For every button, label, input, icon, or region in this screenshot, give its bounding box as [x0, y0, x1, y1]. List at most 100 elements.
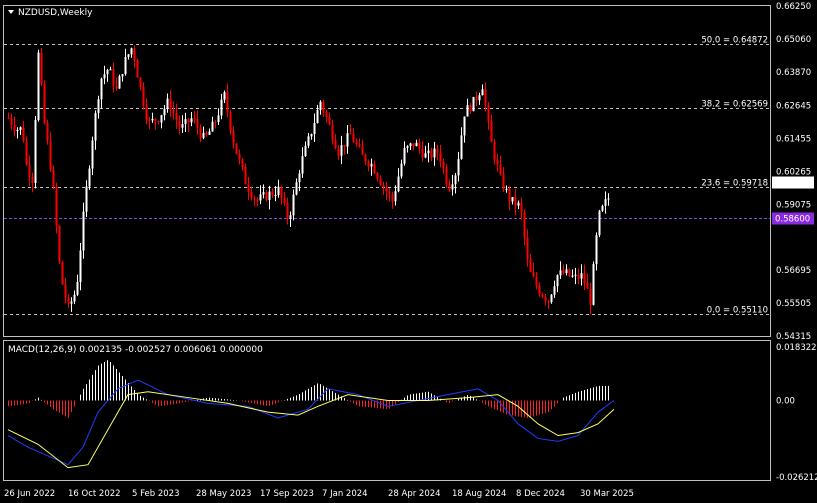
candle-body — [247, 184, 250, 192]
time-axis-label: 17 Sep 2023 — [260, 489, 314, 499]
candle-body — [109, 69, 112, 71]
signal-line — [7, 391, 615, 469]
price-panel[interactable] — [3, 5, 771, 337]
candle-body — [58, 226, 61, 262]
candle-body — [94, 112, 97, 141]
candle-body — [553, 286, 556, 295]
candle-body — [208, 131, 211, 135]
candle-body — [439, 152, 442, 162]
candle-body — [544, 296, 547, 301]
candle-body — [286, 203, 289, 220]
candle-body — [253, 197, 256, 200]
candle-body — [574, 274, 577, 276]
candle-body — [40, 52, 43, 84]
candle-body — [310, 134, 313, 137]
candle-body — [220, 99, 223, 116]
candle-body — [403, 148, 406, 164]
candle-body — [91, 140, 94, 169]
candle-body — [241, 159, 244, 168]
candle-body — [202, 132, 205, 138]
dropdown-triangle-icon[interactable] — [8, 10, 14, 14]
symbol-title[interactable]: NZDUSD,Weekly — [18, 8, 93, 18]
candle-body — [100, 78, 103, 100]
candle-body — [322, 101, 325, 112]
candle-body — [307, 136, 310, 146]
candle-body — [214, 121, 217, 123]
candle-body — [316, 110, 319, 123]
candle-body — [268, 191, 271, 200]
candle-body — [19, 127, 22, 131]
candle-body — [460, 135, 463, 159]
candle-body — [463, 116, 466, 136]
candle-body — [376, 173, 379, 179]
candle-body — [355, 142, 358, 145]
candle-body — [118, 76, 121, 89]
candle-body — [250, 191, 253, 198]
candle-body — [559, 270, 562, 276]
candle-body — [121, 74, 124, 77]
candle-body — [535, 276, 538, 286]
candle-body — [595, 235, 598, 265]
candle-body — [145, 105, 148, 121]
candle-body — [112, 69, 115, 86]
candle-body — [583, 273, 586, 283]
candle-body — [31, 176, 34, 184]
candle-body — [265, 192, 268, 200]
candle-body — [448, 184, 451, 190]
price-axis-label: 0.55505 — [776, 299, 811, 309]
price-axis-label: 0.65060 — [776, 35, 811, 45]
candle-body — [427, 150, 430, 154]
candle-body — [466, 105, 469, 117]
time-axis-label: 28 Apr 2024 — [388, 489, 441, 499]
candle-body — [148, 120, 151, 122]
candle-body — [166, 98, 169, 109]
candle-body — [172, 110, 175, 113]
candle-body — [289, 215, 292, 220]
chart-window[interactable]: 50.0 = 0.64872 38.2 = 0.62569 23.6 = 0.597… — [0, 0, 817, 503]
candle-body — [142, 86, 145, 106]
candle-body — [412, 143, 415, 147]
candle-body — [139, 77, 142, 87]
candle-body — [415, 142, 418, 147]
time-axis-label: 7 Jan 2024 — [322, 489, 368, 499]
candle-body — [382, 184, 385, 187]
candle-body — [538, 285, 541, 295]
candle-body — [370, 163, 373, 167]
candle-body — [274, 195, 277, 197]
candle-body — [295, 182, 298, 195]
price-axis-label: 0.56695 — [776, 266, 811, 276]
fib-label: 0.0 = 0.55110 — [707, 306, 768, 316]
candle-body — [13, 124, 16, 131]
candle-body — [394, 191, 397, 202]
candle-body — [349, 133, 352, 135]
candle-body — [205, 132, 208, 135]
candle-body — [520, 202, 523, 213]
candle-body — [16, 130, 19, 132]
candle-body — [517, 202, 520, 206]
candle-body — [37, 52, 40, 121]
candle-body — [598, 210, 601, 236]
candle-body — [46, 122, 49, 142]
price-marker-line[interactable]: 0.58600 0.59866 — [4, 176, 814, 225]
candle-body — [400, 163, 403, 177]
candle-body — [379, 178, 382, 185]
candle-body — [154, 118, 157, 122]
candle-body — [490, 121, 493, 143]
fib-label: 38.2 = 0.62569 — [701, 100, 768, 110]
candle-body — [436, 148, 439, 153]
candle-body — [304, 145, 307, 157]
candle-body — [334, 140, 337, 149]
candle-body — [493, 142, 496, 160]
candle-body — [283, 198, 286, 204]
candle-body — [43, 83, 46, 123]
candle-body — [481, 89, 484, 96]
candle-body — [604, 199, 607, 206]
time-axis-label: 18 Aug 2024 — [452, 489, 506, 499]
candle-body — [10, 118, 13, 125]
candle-body — [130, 48, 133, 55]
price-axis-label: 0.54315 — [776, 332, 811, 342]
candle-body — [88, 168, 91, 187]
candle-body — [547, 300, 550, 303]
current-price-label: 0.59866 — [775, 179, 810, 189]
macd-axis-label: 0.018322 — [776, 343, 817, 353]
